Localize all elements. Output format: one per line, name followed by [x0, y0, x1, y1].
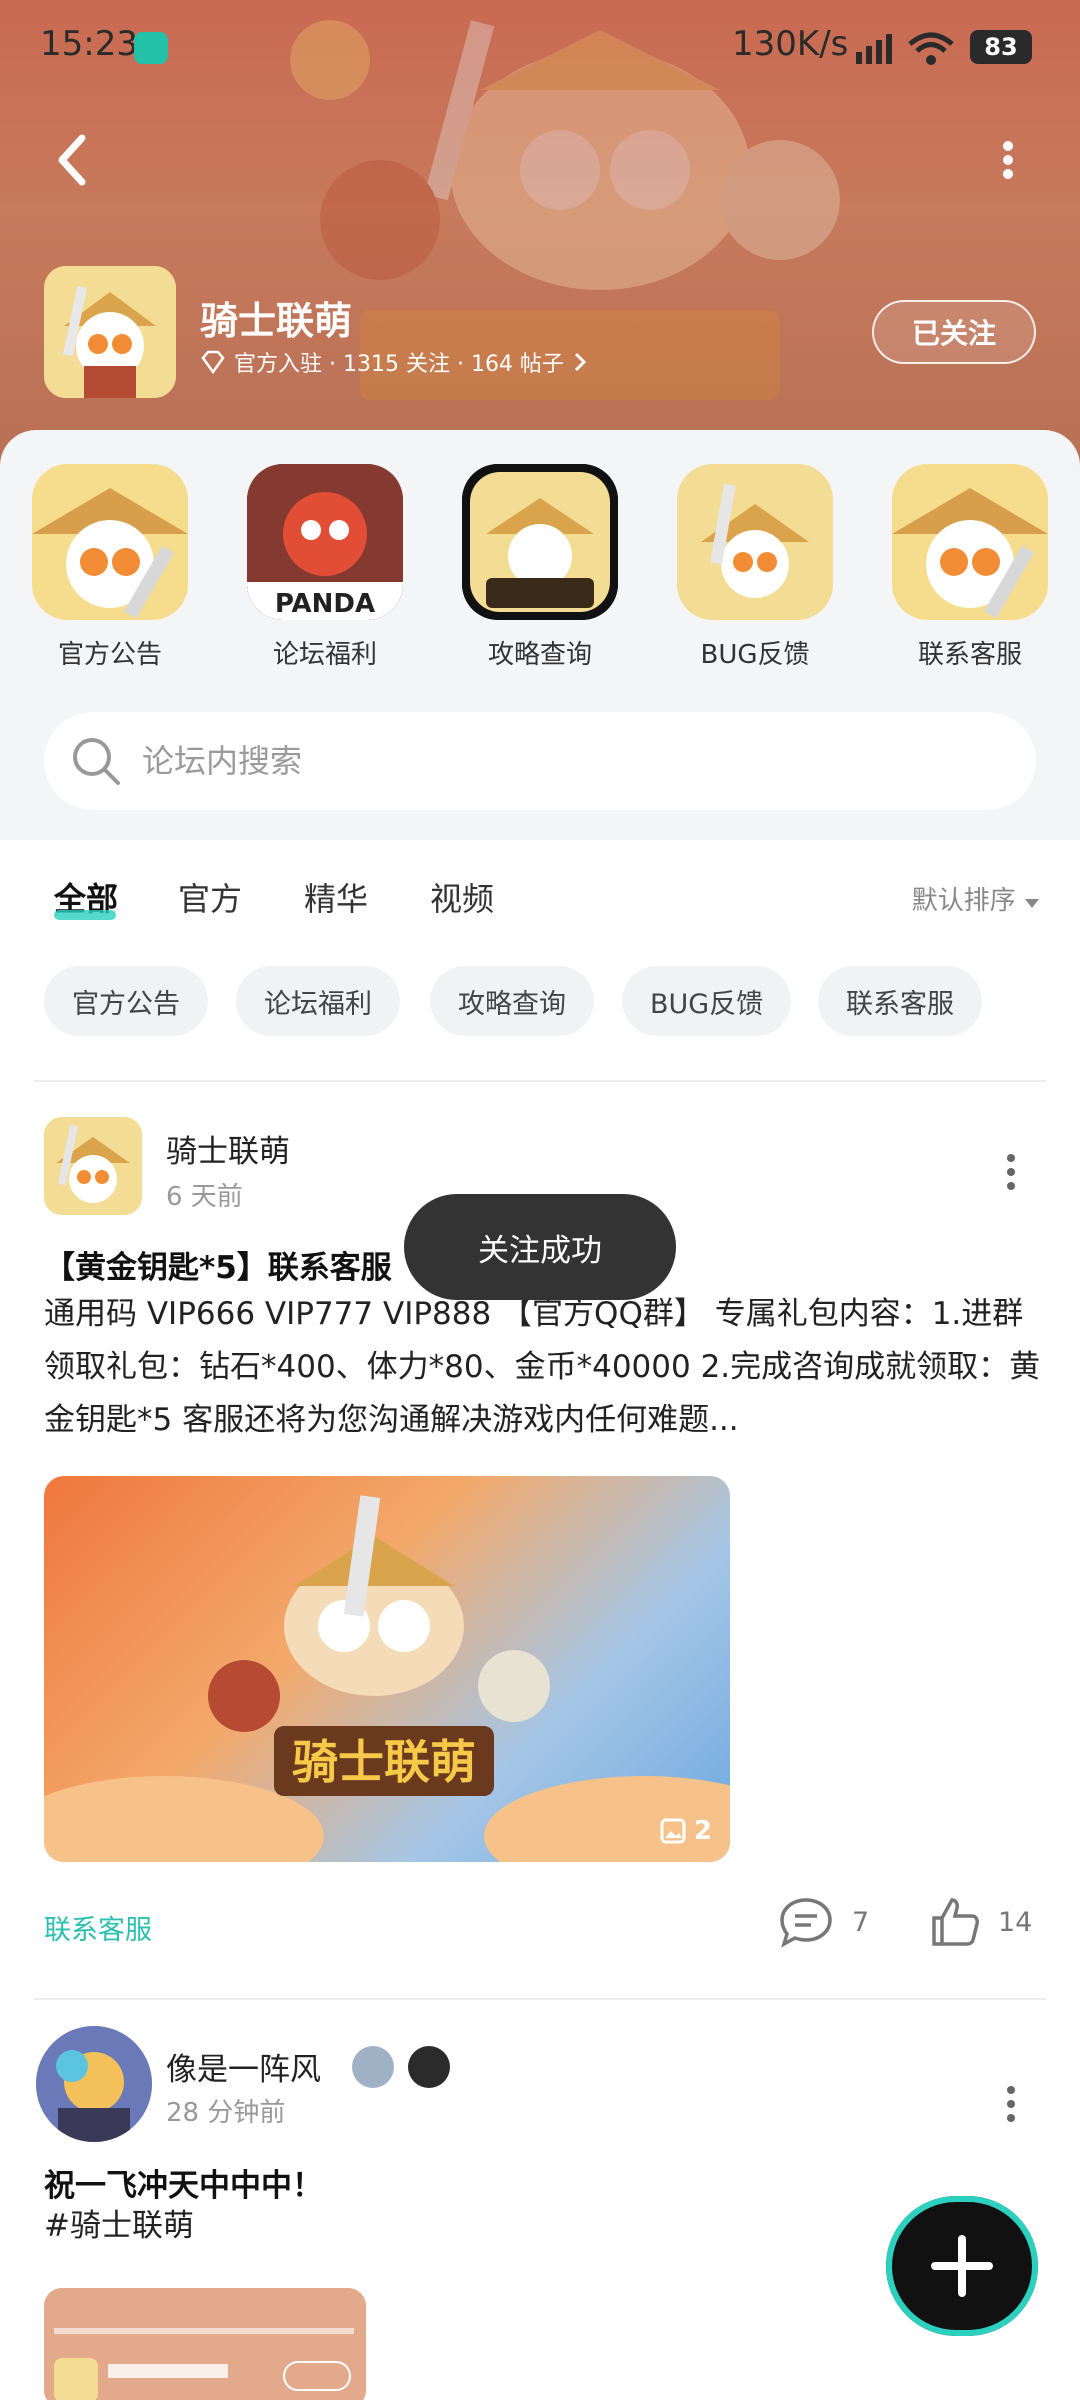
wifi-icon: [908, 32, 954, 65]
feed-tabs: 全部 官方 精华 视频 默认排序: [0, 862, 1080, 932]
post-divider: [34, 1998, 1046, 2000]
chip-bug[interactable]: BUG反馈: [622, 966, 792, 1036]
avatar[interactable]: [36, 2026, 152, 2142]
follow-button[interactable]: 已关注: [872, 300, 1036, 364]
section-divider: [34, 1080, 1046, 1082]
forum-logo: [44, 266, 176, 398]
post-tag[interactable]: 联系客服: [44, 1908, 152, 1947]
forum-meta[interactable]: 官方入驻 · 1315 关注 · 164 帖子: [200, 346, 588, 378]
quick-link-label: 联系客服: [917, 640, 1022, 670]
image-logo-text: 骑士联萌: [292, 1735, 476, 1789]
forum-header: 15:23 130K/s 83 骑士联萌 官方入驻 · 1315 关注 · 16…: [0, 0, 1080, 470]
comment-count: 7: [852, 1906, 870, 1938]
panda-logo-text: PANDA: [275, 589, 375, 619]
plus-icon: [931, 2235, 993, 2297]
back-arrow-icon[interactable]: [48, 130, 98, 190]
tab-official[interactable]: 官方: [178, 874, 242, 920]
quick-link-announcement[interactable]: 官方公告: [30, 464, 190, 671]
signal-icon: [856, 34, 892, 64]
status-time: 15:23: [40, 24, 138, 64]
quick-link-label: 论坛福利: [272, 640, 377, 670]
guide-icon: [462, 464, 618, 620]
sort-label: 默认排序: [911, 886, 1016, 916]
image-count-value: 2: [693, 1816, 712, 1846]
search-input[interactable]: [142, 742, 942, 780]
image-count: 2: [660, 1816, 712, 1846]
quick-link-label: 攻略查询: [487, 640, 592, 670]
post-time: 6 天前: [166, 1182, 243, 1212]
post-author[interactable]: 像是一阵风: [166, 2044, 321, 2089]
more-options-icon[interactable]: [990, 140, 1026, 180]
chip-support[interactable]: 联系客服: [818, 966, 982, 1036]
shield-icon: [134, 32, 168, 64]
like-button[interactable]: 14: [928, 1896, 1032, 1948]
thumbs-up-icon: [932, 1898, 979, 1946]
post-title[interactable]: 祝一飞冲天中中中！: [44, 2160, 323, 2205]
post-title[interactable]: 【黄金钥匙*5】联系客服: [44, 1242, 392, 1287]
post-time: 28 分钟前: [166, 2098, 286, 2128]
comment-icon: [780, 1898, 832, 1948]
gallery-icon: [660, 1818, 686, 1844]
quick-link-guide[interactable]: 攻略查询: [460, 464, 620, 671]
announcement-icon: [32, 464, 188, 620]
chip-welfare[interactable]: 论坛福利: [236, 966, 400, 1036]
tab-video[interactable]: 视频: [430, 874, 494, 920]
avatar[interactable]: [44, 1117, 142, 1215]
quick-links-panel: 官方公告 PANDA 论坛福利 攻略查询 BUG反馈 联系客服 论坛内搜索: [0, 430, 1080, 840]
search-bar[interactable]: [44, 712, 1036, 810]
quick-link-label: BUG反馈: [700, 640, 810, 670]
network-speed: 130K/s: [732, 24, 849, 64]
category-chips: 官方公告 论坛福利 攻略查询 BUG反馈 联系客服: [44, 966, 1044, 1036]
forum-meta-text: 官方入驻 · 1315 关注 · 164 帖子: [234, 352, 564, 377]
panda-icon: PANDA: [247, 464, 403, 620]
post-image[interactable]: [44, 2288, 366, 2400]
user-level-badge-icon: [352, 2046, 394, 2088]
post-more-icon[interactable]: [1000, 2084, 1022, 2124]
comment-button[interactable]: 7: [778, 1896, 869, 1948]
sort-dropdown[interactable]: 默认排序: [912, 880, 1040, 917]
create-post-button[interactable]: [886, 2196, 1038, 2336]
post-image[interactable]: 骑士联萌 2: [44, 1476, 730, 1862]
post-more-icon[interactable]: [1000, 1152, 1022, 1192]
quick-link-bug[interactable]: BUG反馈: [675, 464, 835, 671]
post-body[interactable]: 通用码 VIP666 VIP777 VIP888 【官方QQ群】 专属礼包内容：…: [44, 1288, 1044, 1454]
search-icon: [73, 738, 120, 785]
active-tab-indicator: [54, 910, 116, 920]
toast-message: 关注成功: [404, 1194, 676, 1300]
battery-indicator: 83: [970, 30, 1032, 64]
tab-featured[interactable]: 精华: [304, 874, 368, 920]
forum-title: 骑士联萌: [200, 299, 353, 343]
caret-down-icon: [1025, 899, 1039, 908]
diamond-icon: [201, 350, 225, 374]
post-author[interactable]: 骑士联萌: [166, 1126, 290, 1171]
chip-announcement[interactable]: 官方公告: [44, 966, 208, 1036]
quick-link-welfare[interactable]: PANDA 论坛福利: [245, 464, 405, 671]
quick-link-support[interactable]: 联系客服: [890, 464, 1050, 671]
quick-link-label: 官方公告: [57, 640, 162, 670]
like-count: 14: [998, 1906, 1033, 1938]
chip-guide[interactable]: 攻略查询: [430, 966, 594, 1036]
bug-report-icon: [677, 464, 833, 620]
chevron-right-icon: [574, 352, 587, 372]
status-bar: 15:23 130K/s 83: [0, 0, 1080, 96]
customer-service-icon: [892, 464, 1048, 620]
user-title-badge-icon: [408, 2046, 450, 2088]
